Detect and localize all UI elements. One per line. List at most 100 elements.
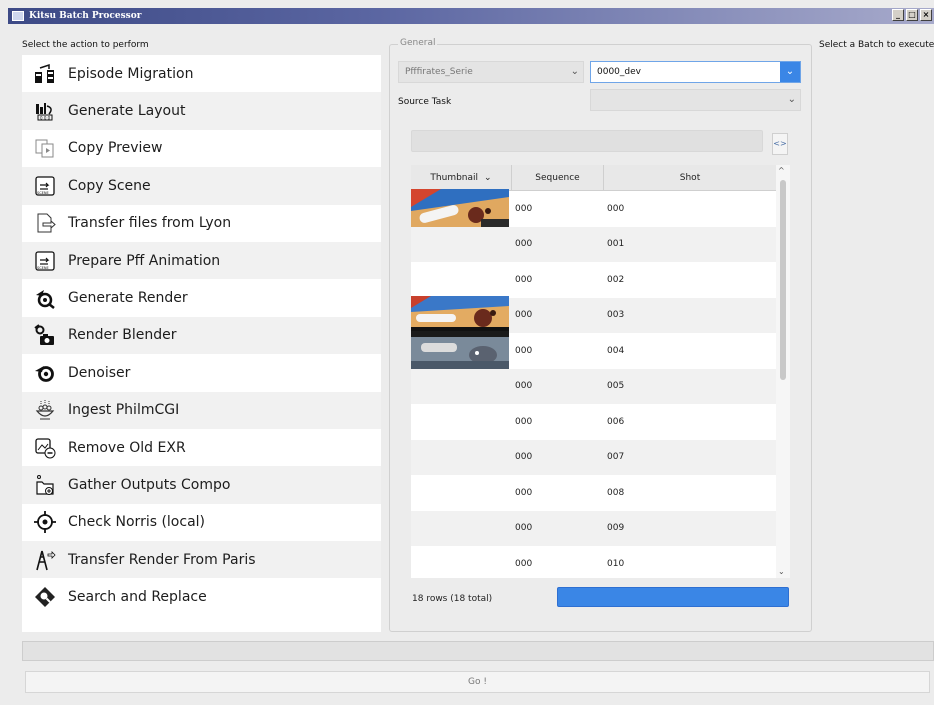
- action-item-check-norris[interactable]: Check Norris (local): [22, 504, 381, 541]
- chevron-up-icon[interactable]: ^: [778, 166, 785, 175]
- shot-cell: 008: [607, 487, 625, 498]
- transfer-files-icon: [34, 212, 56, 234]
- app-icon: [12, 11, 24, 21]
- status-bar: [22, 641, 934, 661]
- remove-exr-icon: [34, 437, 56, 459]
- action-item-gather-outputs[interactable]: Gather Outputs Compo: [22, 466, 381, 504]
- scrollbar-thumb[interactable]: [780, 180, 786, 380]
- table-row[interactable]: 000 010: [411, 546, 776, 578]
- shot-cell: 004: [607, 345, 625, 356]
- thumbnail-image: [411, 189, 509, 227]
- episode-migration-icon: [34, 63, 56, 85]
- shot-cell: 000: [607, 203, 625, 214]
- action-item-search-replace[interactable]: Search and Replace: [22, 578, 381, 615]
- sequence-cell: 000: [515, 203, 533, 214]
- shot-cell: 005: [607, 381, 625, 392]
- thumbnail-cell: [411, 331, 512, 369]
- table-row[interactable]: 000 006: [411, 404, 776, 440]
- table-row[interactable]: 000 008: [411, 475, 776, 511]
- action-label: Episode Migration: [68, 65, 194, 82]
- expand-toggle-button[interactable]: <>: [772, 133, 788, 155]
- sequence-cell: 000: [515, 239, 533, 250]
- go-button[interactable]: Go !: [25, 671, 930, 693]
- action-item-remove-exr[interactable]: Remove Old EXR: [22, 429, 381, 466]
- column-header-thumbnail[interactable]: Thumbnail ⌄: [411, 165, 512, 190]
- sequence-cell: 000: [515, 416, 533, 427]
- maximize-button[interactable]: □: [906, 9, 918, 21]
- close-button[interactable]: ×: [920, 9, 932, 21]
- shot-cell: 006: [607, 416, 625, 427]
- minimize-button[interactable]: _: [892, 9, 904, 21]
- shot-cell: 007: [607, 452, 625, 463]
- sequence-cell: 000: [515, 274, 533, 285]
- action-item-prepare-animation[interactable]: SCENE Prepare Pff Animation: [22, 241, 381, 280]
- svg-text:SCENE: SCENE: [37, 191, 49, 195]
- generate-layout-icon: 0 0 0: [34, 100, 56, 122]
- source-task-label: Source Task: [398, 97, 452, 107]
- general-group-title: General: [398, 38, 438, 48]
- action-label: Render Blender: [68, 327, 177, 344]
- table-row[interactable]: 000 005: [411, 368, 776, 405]
- action-label: Generate Render: [68, 290, 188, 307]
- transfer-render-icon: [34, 549, 56, 571]
- thumbnail-cell: [411, 189, 512, 227]
- render-blender-icon: [34, 324, 56, 346]
- sequence-cell: 000: [515, 523, 533, 534]
- chevron-down-icon: ⌄: [570, 66, 579, 77]
- action-item-ingest[interactable]: Ingest PhilmCGI: [22, 391, 381, 429]
- thumbnail-image: [411, 331, 509, 369]
- sequence-cell: 000: [515, 558, 533, 569]
- episode-combo[interactable]: 0000_dev ⌄: [590, 61, 801, 83]
- action-item-copy-preview[interactable]: Copy Preview: [22, 130, 381, 167]
- thumbnail-cell: [411, 475, 512, 511]
- action-item-transfer-render[interactable]: Transfer Render From Paris: [22, 541, 381, 579]
- chevron-down-icon: ⌄: [484, 172, 492, 183]
- project-combo[interactable]: Pfffirates_Serie ⌄: [398, 61, 584, 83]
- table-row[interactable]: 000 001: [411, 226, 776, 262]
- action-label: Gather Outputs Compo: [68, 476, 231, 493]
- thumbnail-cell: [411, 262, 512, 298]
- thumbnail-cell: [411, 295, 512, 334]
- gather-outputs-icon: [34, 474, 56, 496]
- column-header-shot[interactable]: Shot: [604, 165, 776, 190]
- action-item-generate-layout[interactable]: 0 0 0 Generate Layout: [22, 92, 381, 130]
- action-label: Search and Replace: [68, 589, 207, 606]
- action-label: Transfer files from Lyon: [68, 215, 232, 232]
- svg-text:0 0 0: 0 0 0: [40, 116, 51, 121]
- sequence-cell: 000: [515, 310, 533, 321]
- shot-table: Thumbnail ⌄ Sequence Shot 000 000 000 00…: [411, 165, 776, 578]
- table-scrollbar[interactable]: ^ ⌄: [776, 165, 790, 578]
- action-list: Episode Migration 0 0 0 Generate Layout …: [22, 55, 381, 632]
- sequence-cell: 000: [515, 487, 533, 498]
- action-item-render-blender[interactable]: Render Blender: [22, 316, 381, 355]
- table-row[interactable]: 000 002: [411, 262, 776, 298]
- table-row[interactable]: 000 009: [411, 510, 776, 546]
- action-item-denoiser[interactable]: Denoiser: [22, 354, 381, 391]
- action-label: Generate Layout: [68, 103, 186, 120]
- thumbnail-cell: [411, 440, 512, 476]
- action-item-copy-scene[interactable]: SCENE Copy Scene: [22, 167, 381, 205]
- copy-scene-icon: SCENE: [34, 175, 56, 197]
- action-item-generate-render[interactable]: Generate Render: [22, 279, 381, 316]
- table-body: 000 000 000 001 000 002 000 003 000 004 …: [411, 189, 776, 578]
- action-item-transfer-files[interactable]: Transfer files from Lyon: [22, 205, 381, 242]
- table-row[interactable]: 000 007: [411, 439, 776, 476]
- table-row[interactable]: 000 004: [411, 331, 776, 369]
- check-norris-icon: [34, 511, 56, 534]
- filter-input[interactable]: [411, 130, 763, 152]
- chevron-down-icon[interactable]: ⌄: [778, 567, 785, 576]
- column-header-sequence[interactable]: Sequence: [512, 165, 604, 190]
- source-task-combo[interactable]: ⌄: [590, 89, 801, 111]
- action-label: Prepare Pff Animation: [68, 252, 221, 269]
- action-label: Transfer Render From Paris: [68, 551, 256, 568]
- thumbnail-cell: [411, 546, 512, 578]
- action-label: Copy Scene: [68, 177, 151, 194]
- thumbnail-cell: [411, 369, 512, 405]
- prepare-animation-icon: SCENE: [34, 250, 56, 272]
- thumbnail-image: [411, 295, 509, 334]
- select-action-label: Select the action to perform: [22, 40, 149, 50]
- chevron-down-icon: ⌄: [787, 94, 796, 105]
- action-item-episode-migration[interactable]: Episode Migration: [22, 55, 381, 92]
- table-row[interactable]: 000 003: [411, 295, 776, 334]
- table-row[interactable]: 000 000: [411, 189, 776, 227]
